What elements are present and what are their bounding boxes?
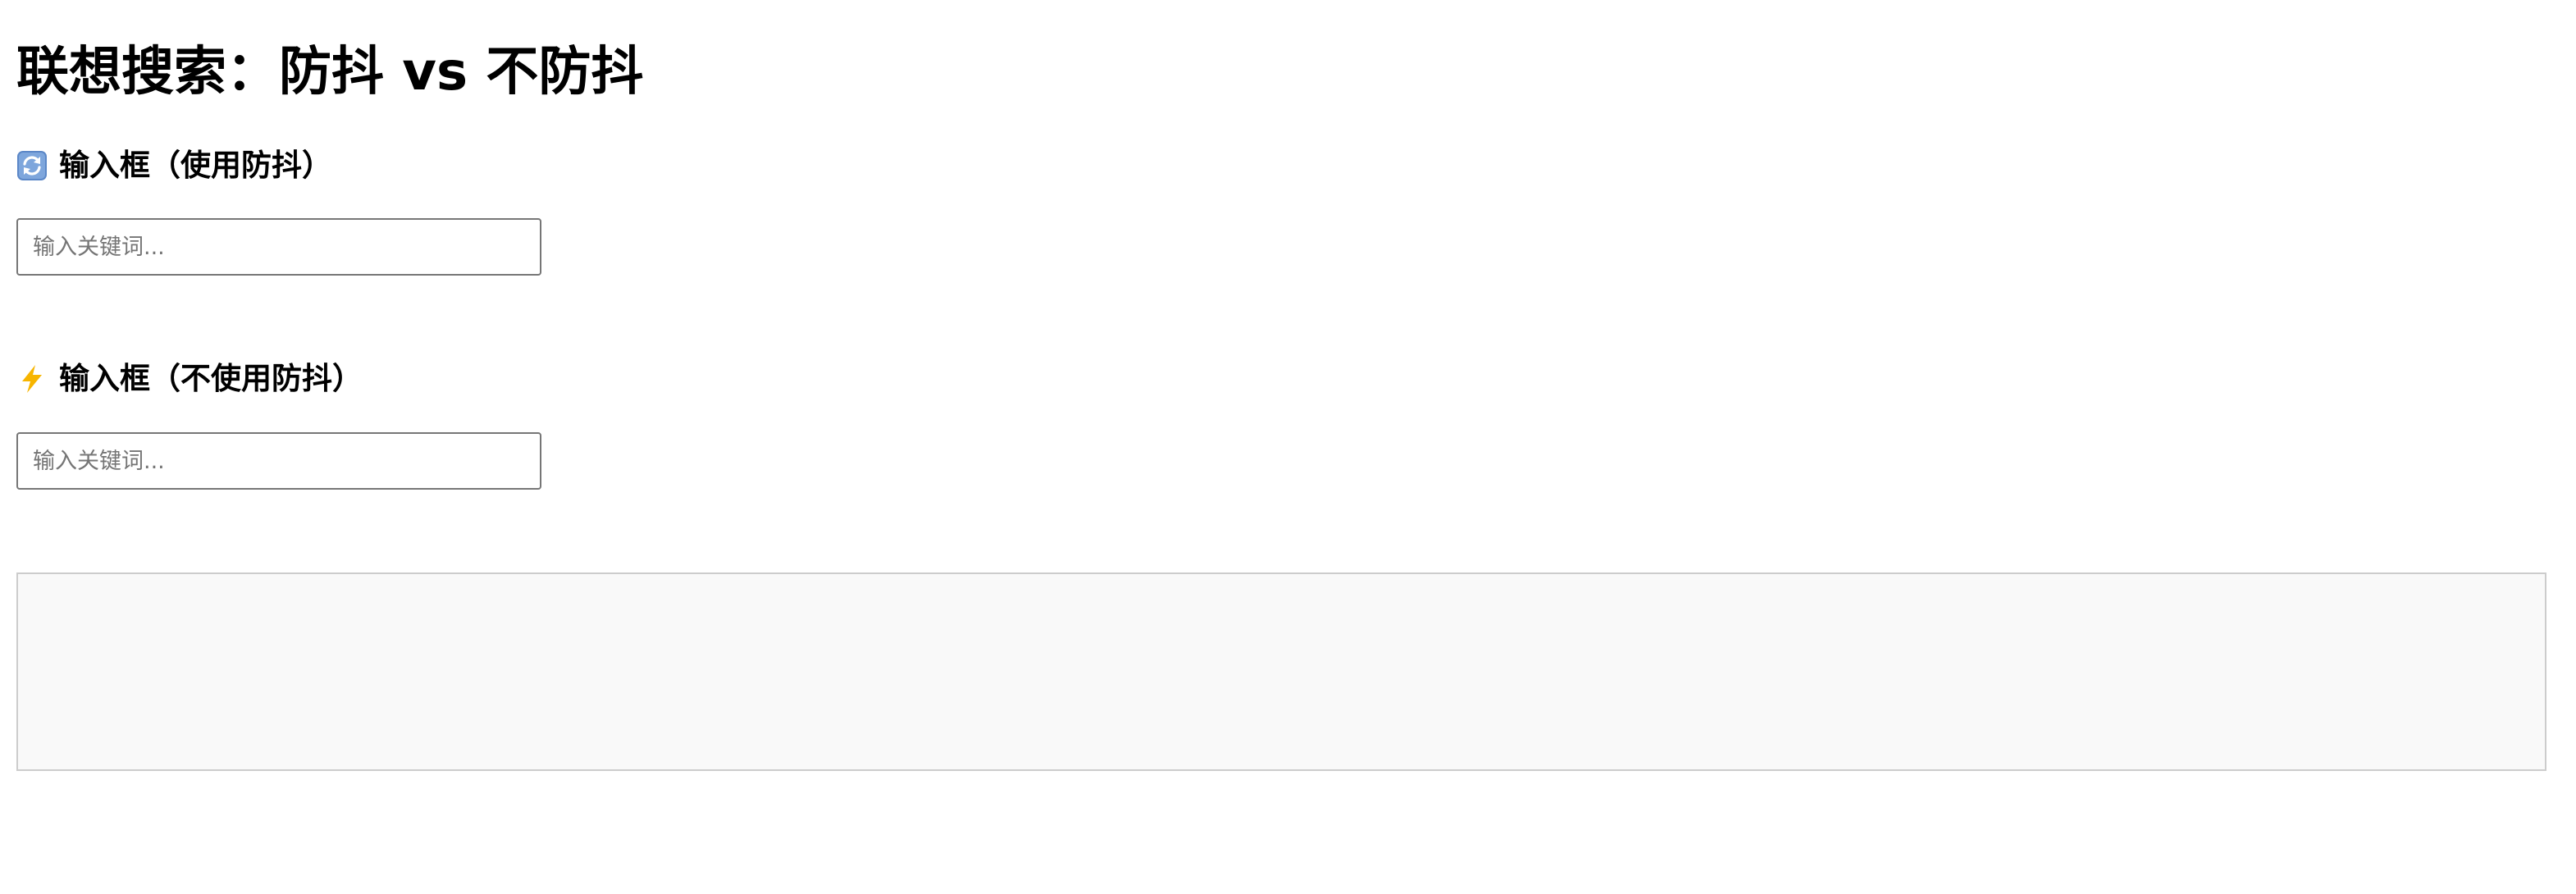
debounced-search-input[interactable]: [16, 218, 541, 276]
debounce-section-heading: 输入框（使用防抖）: [16, 143, 332, 189]
lightning-bolt-icon: [16, 363, 48, 395]
page-title: 联想搜索：防抖 vs 不防抖: [16, 42, 644, 103]
no-debounce-section-label: 输入框（不使用防抖）: [59, 361, 363, 396]
no-debounce-section-heading: 输入框（不使用防抖）: [16, 356, 363, 402]
suggestion-results-panel: [16, 572, 2546, 771]
debounce-section-label: 输入框（使用防抖）: [59, 148, 332, 183]
non-debounced-search-input[interactable]: [16, 432, 541, 490]
counterclockwise-arrows-icon: [16, 150, 48, 181]
